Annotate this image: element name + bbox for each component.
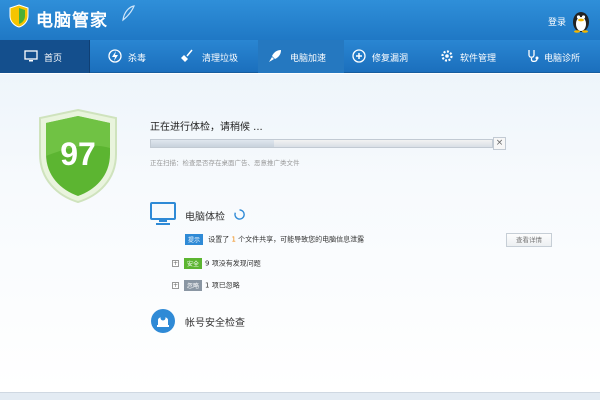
app-window: 电脑管家 登录 首页 杀毒 清理垃圾 电脑加速 修复漏洞 软件管理 电脑诊所 9…: [0, 0, 600, 400]
check-result-row: + 忽略 1 项已忽略: [172, 280, 240, 291]
check-result-row: 提示 设置了 1 个文件共享，可能导致您的电脑信息泄露: [185, 234, 364, 245]
health-score: 97: [60, 136, 96, 172]
lightning-icon: [108, 49, 122, 63]
login-link[interactable]: 登录: [548, 15, 566, 28]
monitor-icon: [24, 50, 38, 62]
view-details-button[interactable]: 查看详情: [506, 233, 552, 247]
tab-label: 修复漏洞: [372, 54, 409, 64]
safe-badge: 安全: [184, 258, 203, 269]
tab-label: 杀毒: [128, 54, 147, 64]
app-title: 电脑管家: [36, 11, 108, 31]
tip-badge: 提示: [185, 234, 204, 245]
tab-software-manager[interactable]: 软件管理: [432, 40, 516, 73]
nav-bar: 首页 杀毒 清理垃圾 电脑加速 修复漏洞 软件管理 电脑诊所: [0, 40, 600, 73]
expand-toggle[interactable]: +: [172, 282, 179, 289]
pc-check-title: 电脑体检: [185, 212, 225, 223]
close-scan-button[interactable]: ×: [493, 137, 506, 150]
check-result-row: + 安全 9 项没有发现问题: [172, 258, 261, 269]
rocket-icon: [269, 50, 281, 62]
scan-status-text: 正在扫描：检查是否存在桌面广告、恶意推广类文件: [150, 159, 300, 167]
tab-antivirus[interactable]: 杀毒: [100, 40, 170, 73]
tab-label: 电脑加速: [290, 54, 327, 64]
checking-status-title: 正在进行体检，请稍候 ...: [150, 122, 263, 133]
penguin-avatar-icon[interactable]: [571, 9, 591, 33]
expand-toggle[interactable]: +: [172, 260, 179, 267]
ignored-badge: 忽略: [184, 280, 203, 291]
tab-speed-up[interactable]: 电脑加速: [258, 40, 344, 73]
patch-icon: [352, 49, 366, 63]
computer-icon: [150, 202, 176, 225]
account-check-title: 帐号安全检查: [185, 318, 245, 329]
score-shield: 97: [36, 108, 120, 204]
account-security-icon: [151, 309, 175, 333]
tab-label: 电脑诊所: [544, 54, 581, 64]
tab-fix-vulnerabilities[interactable]: 修复漏洞: [346, 40, 430, 73]
tab-clean-junk[interactable]: 清理垃圾: [172, 40, 256, 73]
home-panel: 97 正在进行体检，请稍候 ... × 正在扫描：检查是否存在桌面广告、恶意推广…: [0, 74, 600, 392]
leaf-decoration-icon: [122, 5, 135, 22]
loading-spinner-icon: [234, 209, 245, 220]
tab-label: 首页: [44, 54, 63, 64]
tab-home[interactable]: 首页: [0, 40, 90, 73]
result-text: 个文件共享，可能导致您的电脑信息泄露: [235, 235, 365, 244]
status-bar: [0, 392, 600, 400]
tab-pc-clinic[interactable]: 电脑诊所: [518, 40, 600, 73]
stethoscope-icon: [528, 50, 539, 63]
scan-progress-fill: [151, 140, 274, 147]
result-text: 9 项没有发现问题: [205, 259, 261, 268]
tab-label: 软件管理: [460, 54, 497, 64]
shield-logo-icon: [9, 4, 29, 28]
gear-icon: [441, 50, 453, 62]
tab-label: 清理垃圾: [202, 54, 239, 64]
title-bar: 电脑管家 登录: [0, 0, 600, 40]
broom-icon: [181, 49, 193, 62]
result-text: 1 项已忽略: [205, 281, 240, 290]
result-text: 设置了: [208, 235, 232, 244]
scan-progress-bar: [150, 139, 493, 148]
